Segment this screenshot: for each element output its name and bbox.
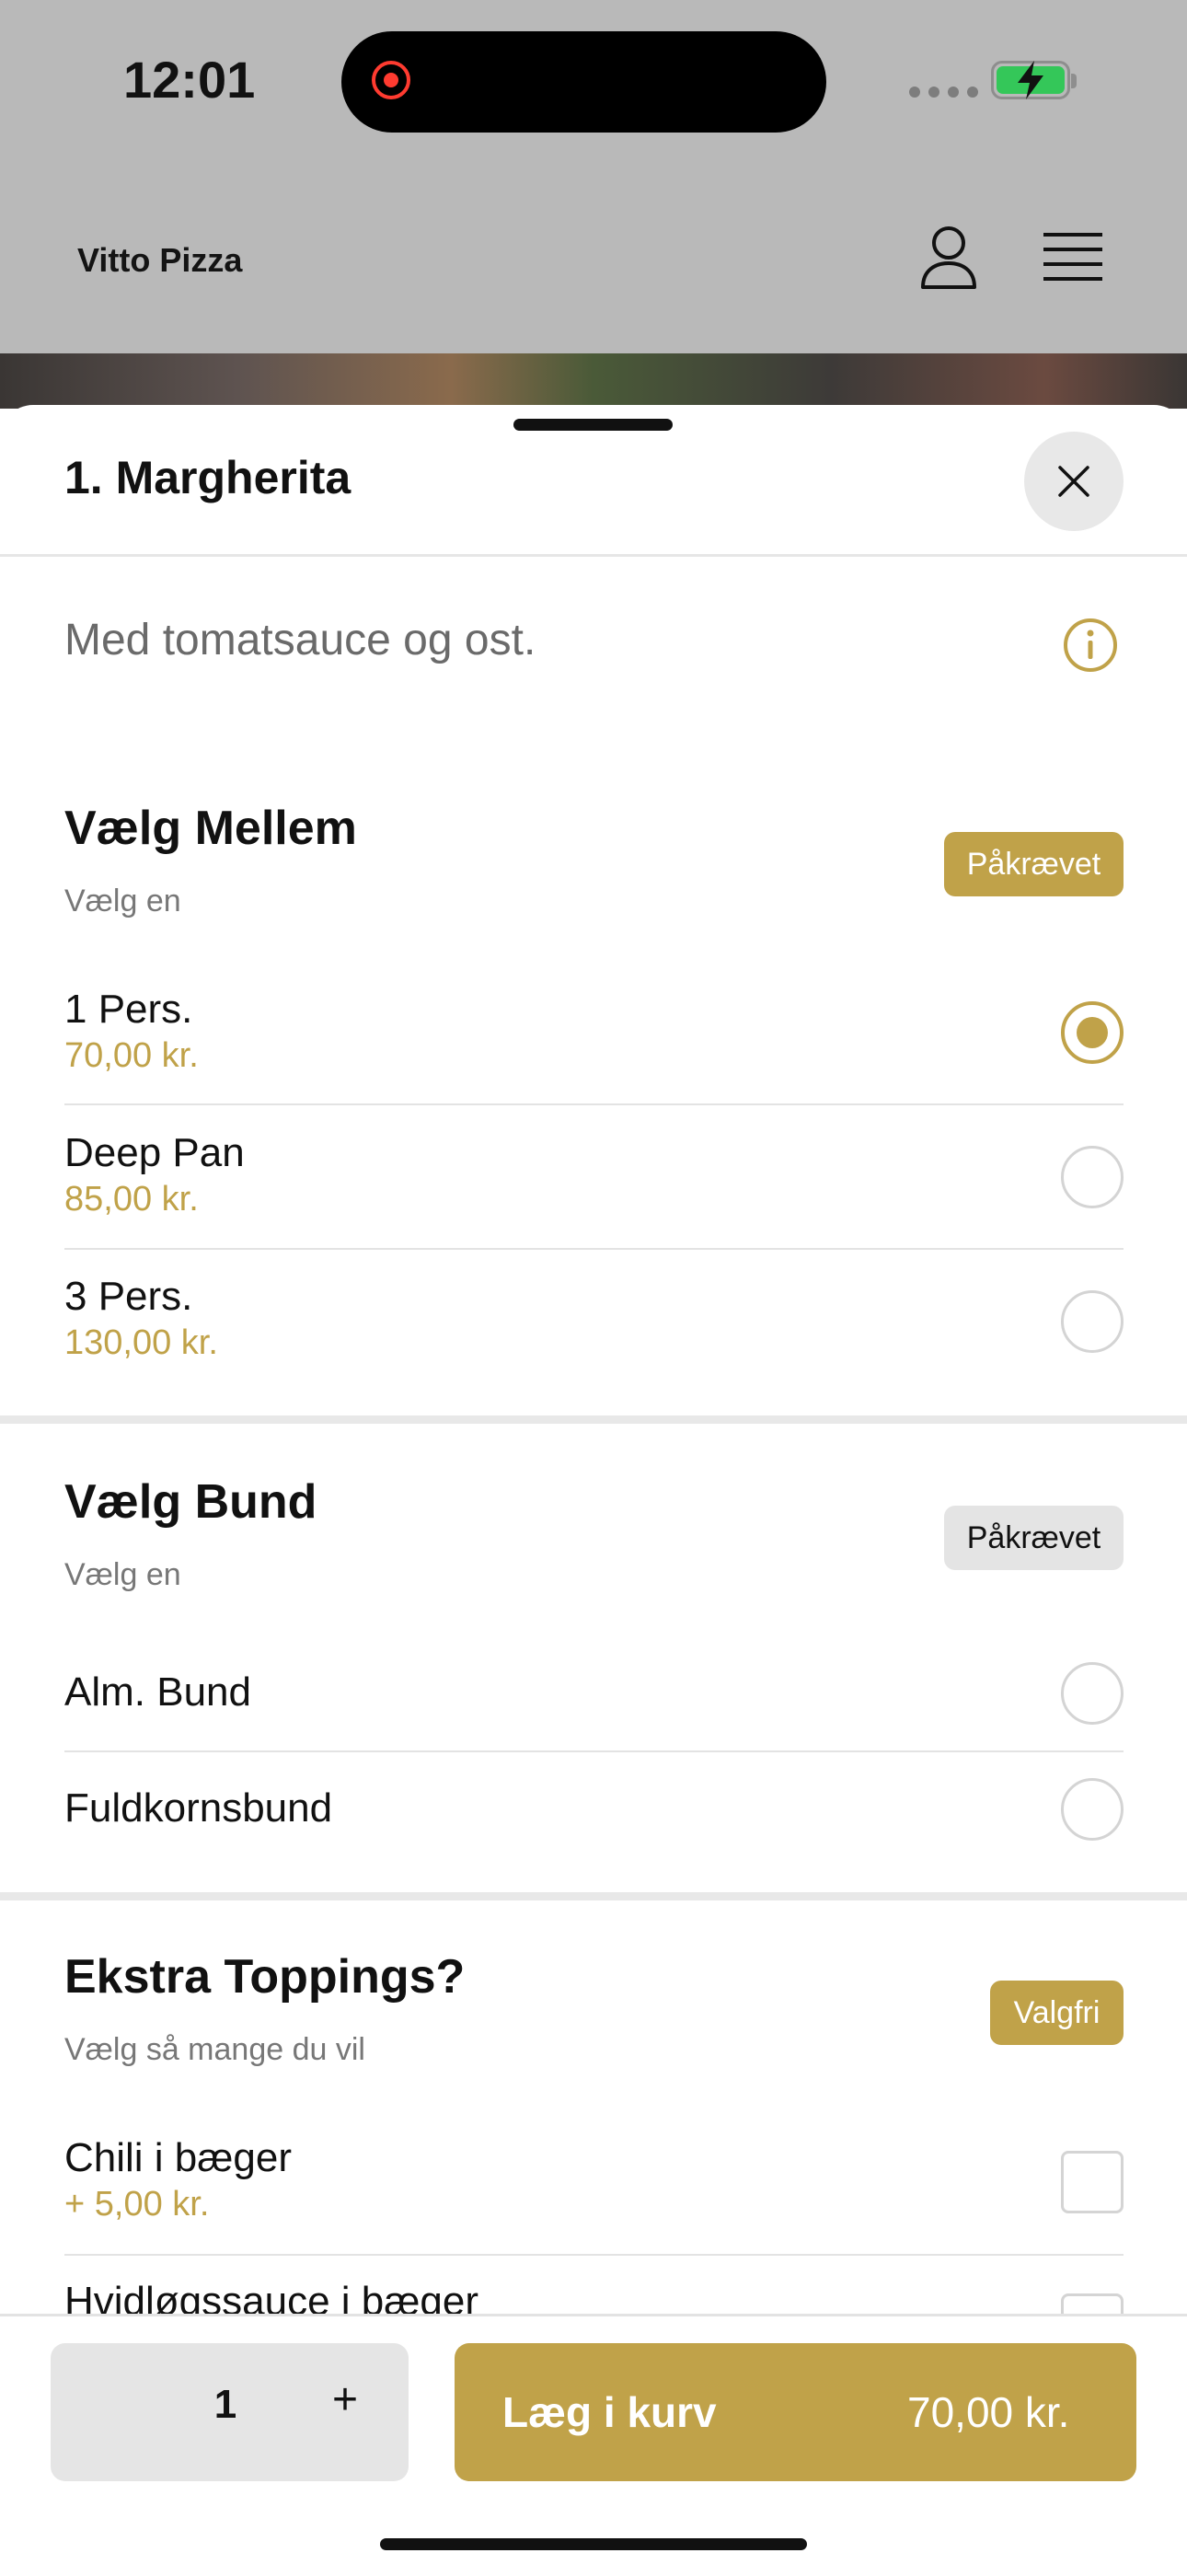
dynamic-island bbox=[341, 31, 826, 133]
row-divider bbox=[64, 1248, 1124, 1250]
quantity-plus-button[interactable]: + bbox=[317, 2374, 373, 2425]
add-to-cart-total: 70,00 kr. bbox=[907, 2388, 1070, 2436]
cellular-signal-icon bbox=[909, 87, 978, 98]
optional-badge: Valgfri bbox=[990, 1981, 1124, 2045]
info-icon[interactable] bbox=[1062, 617, 1119, 674]
title-divider bbox=[0, 554, 1187, 557]
recording-indicator-icon bbox=[372, 61, 410, 99]
required-badge: Påkrævet bbox=[944, 1506, 1124, 1570]
option-price: 70,00 kr. bbox=[64, 1036, 199, 1075]
status-time: 12:01 bbox=[123, 51, 256, 109]
close-button[interactable] bbox=[1024, 432, 1124, 531]
radio-3-pers[interactable] bbox=[1061, 1290, 1124, 1353]
row-divider bbox=[64, 1750, 1124, 1752]
hamburger-menu-icon[interactable] bbox=[1043, 231, 1102, 283]
checkbox-chili[interactable] bbox=[1061, 2151, 1124, 2213]
option-name[interactable]: 3 Pers. bbox=[64, 1274, 192, 1320]
option-name[interactable]: Chili i bæger bbox=[64, 2135, 292, 2181]
close-icon bbox=[1058, 466, 1089, 497]
section-separator bbox=[0, 1892, 1187, 1900]
option-name[interactable]: Deep Pan bbox=[64, 1130, 245, 1176]
group-base-subtitle: Vælg en bbox=[64, 1557, 181, 1592]
radio-alm-bund[interactable] bbox=[1061, 1662, 1124, 1725]
group-size-subtitle: Vælg en bbox=[64, 884, 181, 918]
radio-deep-pan[interactable] bbox=[1061, 1146, 1124, 1208]
group-toppings-subtitle: Vælg så mange du vil bbox=[64, 2032, 365, 2067]
product-title: 1. Margherita bbox=[64, 452, 351, 503]
radio-fuldkornsbund[interactable] bbox=[1061, 1778, 1124, 1841]
sheet-grabber-handle[interactable] bbox=[513, 419, 673, 431]
option-price: 85,00 kr. bbox=[64, 1180, 199, 1219]
row-divider bbox=[64, 2254, 1124, 2256]
option-price: 130,00 kr. bbox=[64, 1323, 218, 1362]
required-badge: Påkrævet bbox=[944, 832, 1124, 896]
group-toppings-title: Ekstra Toppings? bbox=[64, 1950, 466, 2004]
battery-tip bbox=[1071, 74, 1077, 88]
product-description: Med tomatsauce og ost. bbox=[64, 616, 536, 664]
hero-image-strip bbox=[0, 353, 1187, 409]
row-divider bbox=[64, 1103, 1124, 1105]
radio-1-pers-selected[interactable] bbox=[1061, 1001, 1124, 1064]
option-name[interactable]: 1 Pers. bbox=[64, 987, 192, 1033]
option-name[interactable]: Fuldkornsbund bbox=[64, 1785, 332, 1831]
user-account-icon[interactable] bbox=[918, 225, 979, 291]
group-size-title: Vælg Mellem bbox=[64, 802, 357, 855]
option-name[interactable]: Alm. Bund bbox=[64, 1669, 251, 1715]
option-price: + 5,00 kr. bbox=[64, 2185, 210, 2224]
charging-bolt-icon bbox=[1018, 61, 1043, 99]
group-base-title: Vælg Bund bbox=[64, 1475, 317, 1529]
section-separator bbox=[0, 1415, 1187, 1424]
home-indicator[interactable] bbox=[380, 2538, 807, 2550]
add-to-cart-label: Læg i kurv bbox=[502, 2388, 717, 2436]
brand-name[interactable]: Vitto Pizza bbox=[77, 241, 242, 280]
